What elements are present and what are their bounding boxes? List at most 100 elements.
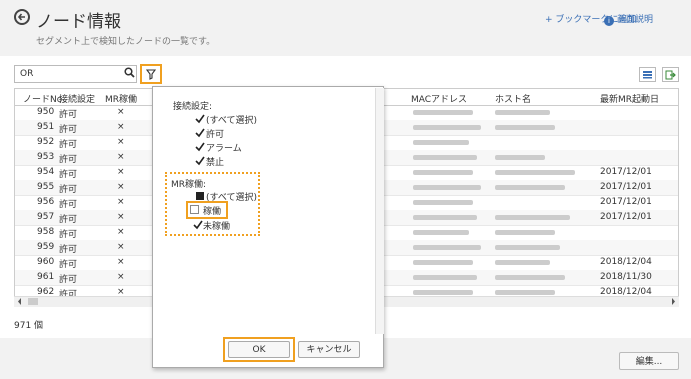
export-button[interactable] [662,67,679,82]
checkbox-checked[interactable] [195,142,205,152]
column-header[interactable]: ホスト名 [495,92,531,105]
blurred-host-cell [495,125,555,130]
scroll-left-icon[interactable] [16,297,24,306]
info-icon: i [604,16,614,26]
mr-status-cell: × [117,257,125,267]
blurred-host-cell [495,170,575,175]
mr-status-cell: × [117,167,125,177]
help-link-label: 画面説明 [617,15,654,25]
mr-start-date-cell: 2017/12/01 [600,212,652,222]
mr-status-cell: × [117,212,125,222]
column-header[interactable]: 最新MR起動日 [600,92,659,105]
connection-setting-cell: 許可 [59,200,78,210]
ok-button[interactable]: OK [228,341,290,358]
connection-setting-cell: 許可 [59,110,78,120]
page-header: ノード情報 セグメント上で検知したノードの一覧です。 + ブックマークに追加 i… [0,0,691,52]
node-no-cell: 959 [37,242,55,252]
back-arrow-icon[interactable] [14,9,30,25]
scroll-thumb[interactable] [28,298,38,305]
connection-setting-cell: 許可 [59,245,78,255]
blurred-host-cell [495,260,550,265]
mr-status-cell: × [117,242,125,252]
mr-option[interactable]: 稼働 [203,204,221,217]
blurred-host-cell [495,215,570,220]
mr-status-cell: × [117,137,125,147]
mr-status-cell: × [117,122,125,132]
blurred-mac-cell [413,155,477,160]
blurred-mac-cell [413,230,469,235]
help-link[interactable]: i 画面説明 [604,12,653,26]
checkbox-checked[interactable] [193,220,203,230]
blurred-mac-cell [413,110,473,115]
checkbox-partial[interactable] [196,192,204,200]
column-header[interactable]: 接続設定 [59,92,95,105]
conn-option[interactable]: (すべて選択) [206,113,257,126]
filter-popup: 接続設定: (すべて選択) 許可 アラーム 禁止 MR稼働: (すべて選択) 稼… [152,86,384,368]
node-no-cell: 957 [37,212,55,222]
node-no-cell: 956 [37,197,55,207]
blurred-mac-cell [413,200,473,205]
filter-button[interactable] [140,64,162,84]
blurred-mac-cell [413,185,481,190]
blurred-host-cell [495,185,565,190]
mr-status-cell: × [117,272,125,282]
list-icon [643,71,652,79]
item-count: 971 個 [14,321,44,331]
mr-start-date-cell: 2018/12/04 [600,257,652,267]
conn-option[interactable]: 禁止 [206,155,224,168]
blurred-mac-cell [413,245,481,250]
node-no-cell: 960 [37,257,55,267]
connection-setting-cell: 許可 [59,275,78,285]
connection-setting-cell: 許可 [59,125,78,135]
blurred-mac-cell [413,290,473,295]
node-no-cell: 958 [37,227,55,237]
blurred-mac-cell [413,140,469,145]
connection-setting-cell: 許可 [59,185,78,195]
search-input[interactable]: OR [14,65,137,83]
column-header[interactable]: MACアドレス [411,92,467,105]
node-no-cell: 951 [37,122,55,132]
blurred-host-cell [495,230,555,235]
filter-icon [146,69,156,80]
cancel-button[interactable]: キャンセル [298,341,360,358]
node-no-cell: 961 [37,272,55,282]
column-header[interactable]: ノードNo [23,92,62,105]
checkbox-checked[interactable] [195,156,205,166]
export-icon [665,70,676,80]
mr-start-date-cell: 2017/12/01 [600,182,652,192]
checkbox-unchecked[interactable] [190,205,199,214]
conn-option[interactable]: アラーム [206,141,242,154]
blurred-mac-cell [413,275,477,280]
edit-button[interactable]: 編集... [619,352,679,370]
node-no-cell: 952 [37,137,55,147]
connection-setting-cell: 許可 [59,230,78,240]
mr-status-cell: × [117,152,125,162]
connection-setting-cell: 許可 [59,170,78,180]
mr-status-cell: × [117,227,125,237]
popup-scrollbar[interactable] [375,88,384,334]
node-no-cell: 955 [37,182,55,192]
mr-start-date-cell: 2017/12/01 [600,197,652,207]
column-header[interactable]: MR稼働 [105,92,137,105]
connection-setting-cell: 許可 [59,155,78,165]
mr-start-date-cell: 2017/12/01 [600,167,652,177]
connection-setting-cell: 許可 [59,140,78,150]
conn-option[interactable]: 許可 [206,127,224,140]
connection-setting-cell: 許可 [59,215,78,225]
page-title: ノード情報 [36,12,121,32]
blurred-host-cell [495,110,550,115]
column-settings-button[interactable] [639,67,656,82]
blurred-mac-cell [413,260,473,265]
scroll-right-icon[interactable] [669,297,677,306]
search-icon[interactable] [124,67,135,78]
blurred-host-cell [495,245,560,250]
mr-option[interactable]: 未稼働 [203,219,230,232]
page-subtitle: セグメント上で検知したノードの一覧です。 [36,37,216,47]
mr-status-cell: × [117,107,125,117]
checkbox-checked[interactable] [195,128,205,138]
connection-setting-cell: 許可 [59,260,78,270]
checkbox-checked[interactable] [195,114,205,124]
node-no-cell: 954 [37,167,55,177]
blurred-mac-cell [413,215,477,220]
conn-filter-heading: 接続設定: [173,102,213,112]
